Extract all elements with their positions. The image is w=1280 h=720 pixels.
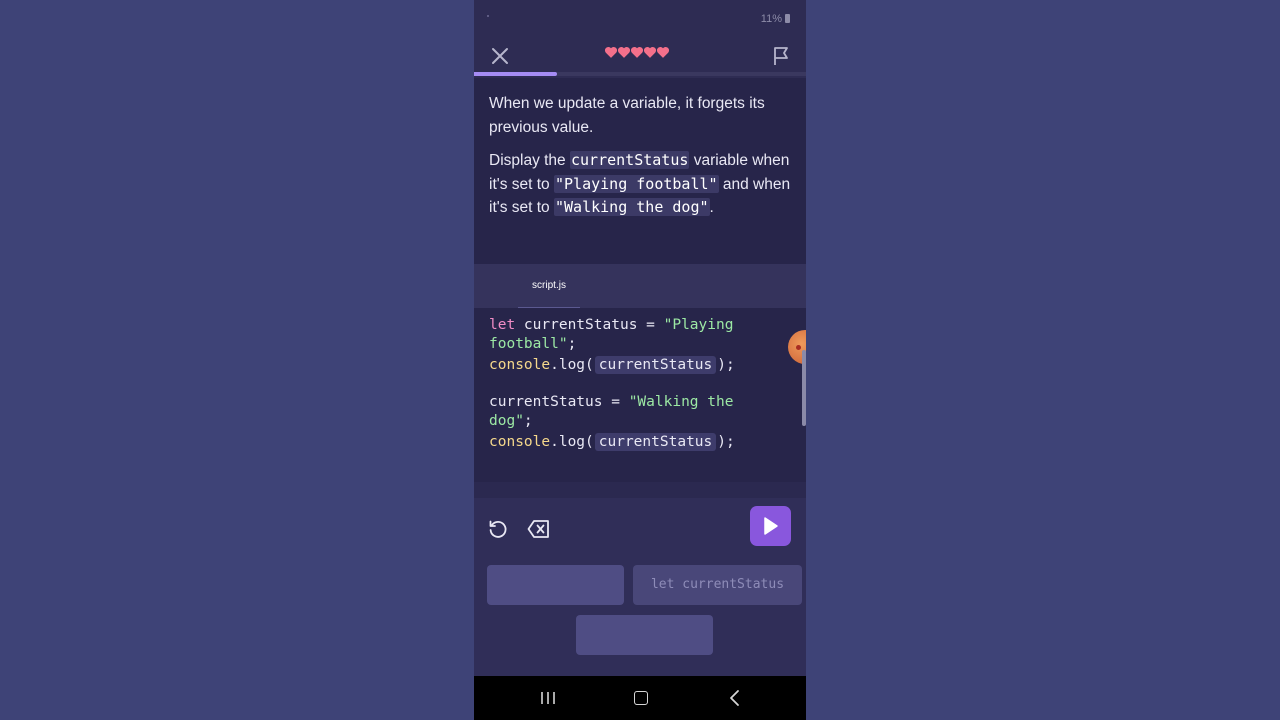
instruction-text-part: . [709,199,714,216]
answer-option[interactable] [487,565,624,605]
tab-script-js[interactable]: script.js [518,264,580,308]
floating-bubble-dot [796,345,801,350]
code-line: console.log(currentStatus); [489,433,791,452]
code-text: .log( [550,434,594,450]
reset-button[interactable] [487,518,509,540]
close-icon [492,48,508,64]
editor-footer [474,482,806,498]
heart-icon [604,46,618,58]
backspace-icon [527,520,549,538]
code-text: ; [523,413,533,429]
code-keyword: let [489,317,516,333]
play-icon [764,517,778,535]
undo-icon [489,520,507,538]
battery-level: 11% [760,13,782,25]
status-dot [487,15,489,17]
run-button[interactable] [750,506,791,546]
code-string: "Playing [663,317,734,333]
code-text: ); [717,434,735,450]
heart-icon [656,46,670,58]
status-bar: 11% [474,0,806,36]
close-button[interactable] [488,44,512,68]
answer-options: let currentStatus [474,558,806,676]
code-editor: let currentStatus = "Playing football"; … [474,308,806,482]
answer-option[interactable] [576,615,713,655]
code-line: dog"; [489,412,791,431]
code-line: currentStatus = "Walking the [489,393,791,412]
recents-icon [541,692,555,704]
flag-icon [774,47,788,65]
file-tab-bar: script.js [474,264,806,308]
code-text: ); [717,357,735,373]
inline-code: "Playing football" [553,174,719,193]
editor-controls [474,498,806,558]
back-button[interactable] [728,689,742,707]
inline-code: "Walking the dog" [553,198,710,216]
code-function: console [489,434,551,450]
lesson-progress-bar [474,72,806,76]
inline-code: currentStatus [569,151,690,169]
code-slot-chip[interactable]: currentStatus [594,433,717,451]
backspace-button[interactable] [527,519,551,539]
code-string: "Walking the [628,394,734,410]
code-function: console [489,357,551,373]
instruction-text: When we update a variable, it forgets it… [489,95,765,136]
lesson-progress-fill [474,72,557,76]
recents-button[interactable] [540,691,556,705]
report-button[interactable] [769,44,793,68]
editor-scrollbar[interactable] [802,350,806,426]
code-string: football" [489,336,568,352]
code-line: football"; [489,335,791,354]
code-line: let currentStatus = "Playing [489,316,791,335]
heart-icon [630,46,644,58]
phone-screen: 11% When we update a variable, it forget… [474,0,806,720]
heart-icon [643,46,657,58]
code-text: ; [567,336,577,352]
code-line: console.log(currentStatus); [489,356,791,375]
code-string: dog" [489,413,524,429]
code-text: currentStatus = [515,317,664,333]
heart-icon [617,46,631,58]
code-text: .log( [550,357,594,373]
battery-icon [785,14,790,23]
answer-option[interactable]: let currentStatus [633,565,802,605]
lesson-header [474,36,806,78]
home-button[interactable] [634,691,648,705]
instruction-text-part: Display the [489,152,570,169]
back-icon [730,690,739,706]
system-navigation-bar [474,676,806,720]
code-slot-chip[interactable]: currentStatus [594,356,717,374]
lives-hearts [604,45,676,65]
instructions-panel: When we update a variable, it forgets it… [474,78,806,264]
code-text: currentStatus = [489,394,629,410]
instruction-task: Display the currentStatus variable when … [489,149,791,220]
